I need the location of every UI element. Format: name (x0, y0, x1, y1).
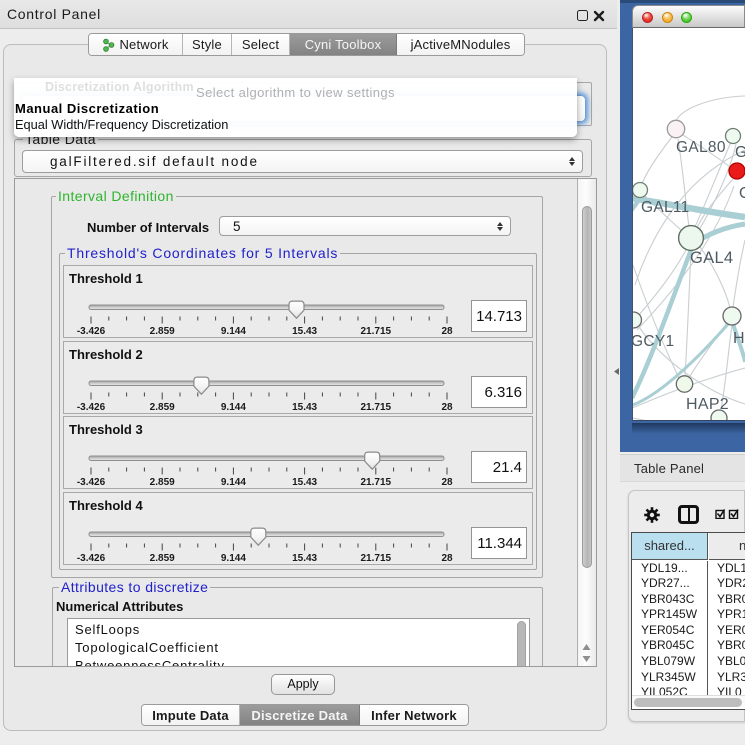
svg-text:GCY1: GCY1 (633, 333, 674, 350)
svg-text:28: 28 (441, 553, 453, 564)
svg-text:H: H (733, 330, 745, 347)
svg-text:-3.426: -3.426 (77, 553, 106, 564)
svg-text:28: 28 (441, 326, 453, 337)
svg-text:21.715: 21.715 (361, 326, 392, 337)
svg-text:2.859: 2.859 (150, 326, 175, 337)
svg-text:9.144: 9.144 (221, 402, 246, 413)
svg-text:21.715: 21.715 (361, 477, 392, 488)
svg-text:9.144: 9.144 (221, 477, 246, 488)
svg-text:9.144: 9.144 (221, 553, 246, 564)
svg-text:GAL4: GAL4 (690, 249, 733, 267)
svg-text:2.859: 2.859 (150, 402, 175, 413)
svg-text:21.715: 21.715 (361, 402, 392, 413)
svg-text:15.43: 15.43 (292, 553, 317, 564)
svg-text:15.43: 15.43 (292, 402, 317, 413)
svg-text:GAL11: GAL11 (641, 199, 690, 216)
svg-text:2.859: 2.859 (150, 477, 175, 488)
svg-text:GA: GA (735, 144, 745, 161)
svg-text:-3.426: -3.426 (77, 326, 106, 337)
svg-text:C: C (739, 185, 745, 202)
svg-text:-3.426: -3.426 (77, 402, 106, 413)
svg-text:28: 28 (441, 477, 453, 488)
svg-text:28: 28 (441, 402, 453, 413)
svg-text:15.43: 15.43 (292, 326, 317, 337)
svg-text:2.859: 2.859 (150, 553, 175, 564)
svg-text:15.43: 15.43 (292, 477, 317, 488)
svg-text:21.715: 21.715 (361, 553, 392, 564)
svg-text:HAP2: HAP2 (686, 396, 729, 413)
svg-text:GAL80: GAL80 (676, 139, 726, 156)
svg-text:-3.426: -3.426 (77, 477, 106, 488)
svg-text:9.144: 9.144 (221, 326, 246, 337)
